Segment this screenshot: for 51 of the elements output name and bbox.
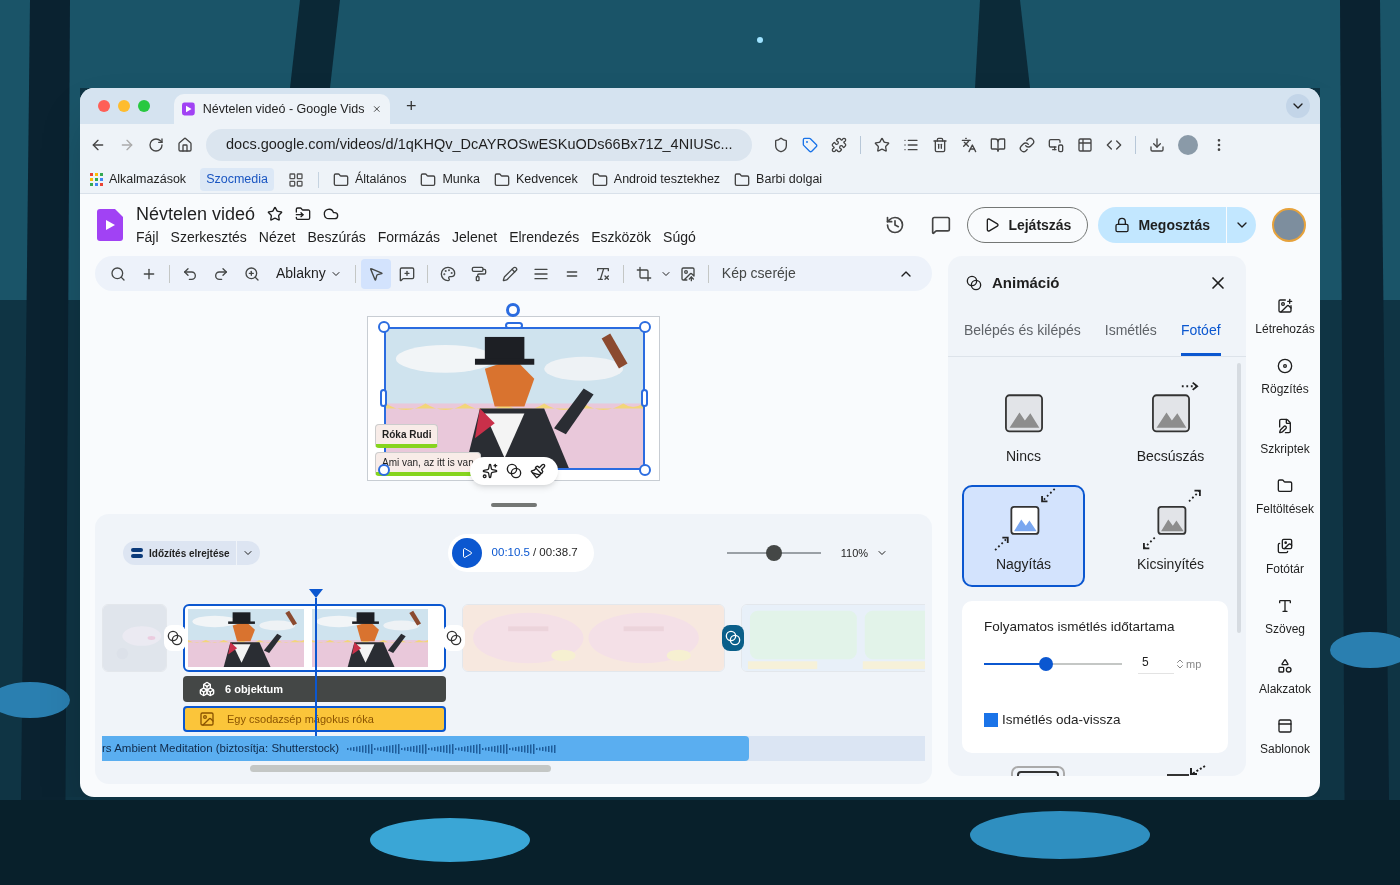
- menu-item[interactable]: Formázás: [377, 226, 440, 248]
- panel-title: Animáció: [992, 272, 1060, 293]
- panel-tab[interactable]: Fotóef: [1180, 320, 1221, 356]
- object-track[interactable]: 6 objektum: [183, 676, 446, 702]
- bookmark-link[interactable]: Alkalmazások: [109, 170, 187, 189]
- menu-item[interactable]: Jelenet: [452, 226, 498, 248]
- zoom-dropdown[interactable]: 110%: [840, 544, 889, 562]
- caption-label[interactable]: Ami van, az itt is van: [375, 452, 481, 476]
- browser-tab[interactable]: Névtelen videó - Google Vids: [174, 94, 390, 124]
- effect-option[interactable]: Nincs: [962, 377, 1085, 479]
- menu-item[interactable]: Súgó: [663, 226, 696, 248]
- sidebar-item[interactable]: Feltöltések: [1256, 478, 1314, 518]
- current-time: 00:10.5: [491, 545, 530, 561]
- menu-item[interactable]: Nézet: [258, 226, 296, 248]
- sidebar-item[interactable]: Szöveg: [1265, 598, 1305, 638]
- new-tab-button[interactable]: +: [398, 92, 425, 120]
- bookmark-folder[interactable]: Kedvencek: [515, 170, 578, 189]
- bookmark-folder[interactable]: Android tesztekhez: [613, 170, 721, 189]
- menu-item[interactable]: Szerkesztés: [170, 226, 247, 248]
- effect-option[interactable]: Becsúszás: [1109, 377, 1232, 479]
- tab-title: Névtelen videó - Google Vids: [202, 100, 365, 118]
- duration-field[interactable]: 5: [1138, 653, 1174, 675]
- audio-track[interactable]: rs Ambient Meditation (biztosítja: Shutterstock): [102, 736, 749, 761]
- view-mode-dropdown[interactable]: Ablakny: [268, 263, 350, 284]
- bookmark-link[interactable]: Szocmedia: [200, 168, 274, 191]
- menu-item[interactable]: Eszközök: [591, 226, 652, 248]
- sidebar-item[interactable]: Alakzatok: [1259, 658, 1311, 698]
- panel-tab[interactable]: Belépés és kilépés: [964, 320, 1081, 356]
- menu-item[interactable]: Beszúrás: [307, 226, 366, 248]
- total-time: / 00:38.7: [532, 545, 578, 561]
- loop-label: Ismétlés oda-vissza: [1002, 711, 1121, 730]
- bookmark-folder[interactable]: Munka: [442, 170, 480, 189]
- menu-item[interactable]: Fájl: [136, 226, 159, 248]
- sidebar-item[interactable]: Rögzítés: [1261, 358, 1309, 398]
- caption-label[interactable]: Róka Rudi: [375, 424, 439, 448]
- panel-tab[interactable]: Ismétlés: [1104, 320, 1157, 356]
- sidebar-item[interactable]: Létrehozás: [1255, 298, 1315, 338]
- bookmark-folder[interactable]: Általános: [354, 170, 407, 189]
- sidebar-item[interactable]: Szkriptek: [1260, 418, 1310, 458]
- menu-item[interactable]: Elrendezés: [509, 226, 580, 248]
- sidebar-item[interactable]: Sablonok: [1259, 718, 1310, 758]
- document-title[interactable]: Névtelen videó: [136, 202, 256, 225]
- replace-image-button[interactable]: Kép cseréje: [713, 263, 804, 284]
- effect-option[interactable]: Nagyítás: [962, 485, 1085, 587]
- unit-label: mp: [1186, 656, 1202, 672]
- url-text: docs.google.com/videos/d/1qKHQv_DcAYROSwESKuODs66Bx71Z_4NIUSc...: [226, 135, 733, 155]
- bookmark-folder[interactable]: Barbi dolgai: [756, 170, 823, 189]
- setting-label: Folyamatos ismétlés időtartama: [984, 618, 1176, 636]
- address-field[interactable]: docs.google.com/videos/d/1qKHQv_DcAYROSwESKuODs66Bx71Z_4NIUSc...: [206, 129, 752, 161]
- effect-option[interactable]: Kicsinyítés: [1109, 485, 1232, 587]
- sidebar-item[interactable]: Fotótár: [1266, 538, 1304, 578]
